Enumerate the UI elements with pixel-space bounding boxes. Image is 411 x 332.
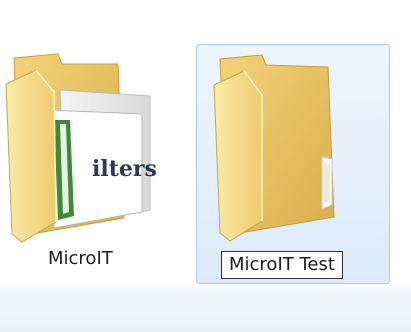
folder-name-label: MicroIT	[48, 248, 113, 269]
folder-item-microit[interactable]: ilters MicroIT	[0, 40, 180, 290]
folder-item-microit-test[interactable]: MicroIT Test	[196, 44, 390, 284]
folder-with-preview-icon: ilters	[5, 53, 157, 243]
preview-thumbnail-text: ilters	[92, 156, 157, 182]
file-explorer-content-pane: ilters MicroIT MicroIT Test	[0, 0, 411, 332]
document-preview-thumbnail: ilters	[47, 109, 157, 229]
folder-icon	[213, 54, 335, 242]
folder-rename-textbox[interactable]: MicroIT Test	[221, 251, 343, 279]
